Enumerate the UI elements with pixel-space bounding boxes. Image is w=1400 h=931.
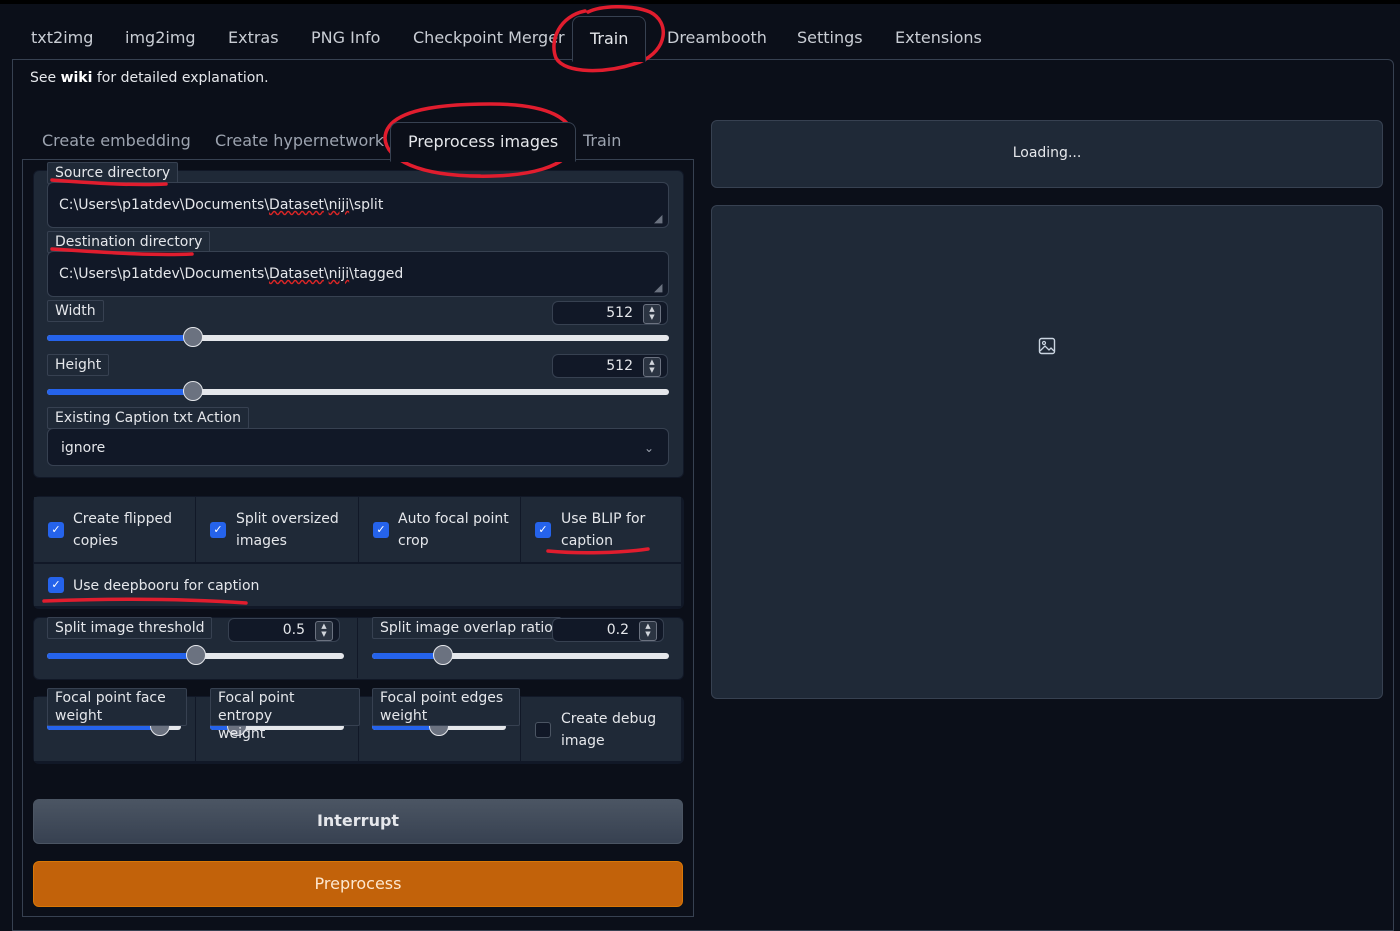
- tab-extras[interactable]: Extras: [228, 16, 279, 60]
- tab-png-info[interactable]: PNG Info: [311, 16, 380, 60]
- subtab-train[interactable]: Train: [583, 122, 621, 160]
- width-number-input[interactable]: 512 ▲ ▼: [552, 301, 668, 325]
- chevron-down-icon: ⌄: [643, 441, 654, 455]
- wiki-help-text: See wiki for detailed explanation.: [30, 70, 269, 86]
- preprocess-button[interactable]: Preprocess: [33, 861, 683, 907]
- subtab-create-embedding[interactable]: Create embedding: [42, 122, 191, 160]
- focal-face-label: Focal point face weight: [47, 688, 187, 726]
- overlap-ratio-slider[interactable]: [372, 645, 669, 665]
- split-oversized-images-option[interactable]: ✓ Split oversized images: [196, 497, 358, 562]
- tab-dreambooth[interactable]: Dreambooth: [667, 16, 767, 60]
- window-top-edge: [0, 0, 1400, 4]
- caption-action-dropdown[interactable]: ignore ⌄: [47, 428, 669, 466]
- subtab-preprocess-images[interactable]: Preprocess images: [390, 122, 577, 162]
- resize-grip-icon[interactable]: ◢: [654, 213, 666, 225]
- height-label: Height: [47, 354, 110, 376]
- width-slider[interactable]: [47, 327, 669, 347]
- caption-action-label: Existing Caption txt Action: [47, 407, 249, 429]
- divider: [357, 617, 358, 678]
- tab-txt2img[interactable]: txt2img: [31, 16, 93, 60]
- tab-settings[interactable]: Settings: [797, 16, 863, 60]
- interrupt-button[interactable]: Interrupt: [33, 799, 683, 844]
- source-directory-input[interactable]: C:\Users\p1atdev\Documents\Dataset\niji\…: [47, 182, 669, 228]
- top-tab-bar: txt2img img2img Extras PNG Info Checkpoi…: [0, 16, 1400, 62]
- image-placeholder-icon: [1038, 337, 1056, 355]
- destination-directory-input[interactable]: C:\Users\p1atdev\Documents\Dataset\niji\…: [47, 251, 669, 297]
- overlap-ratio-label: Split image overlap ratio: [372, 617, 561, 639]
- height-number-input[interactable]: 512 ▲ ▼: [552, 354, 668, 378]
- checkbox-checked-icon[interactable]: ✓: [48, 522, 64, 538]
- tab-extensions[interactable]: Extensions: [895, 16, 982, 60]
- width-label: Width: [47, 300, 104, 322]
- spinner-arrows-icon[interactable]: ▲ ▼: [639, 621, 657, 641]
- tab-img2img[interactable]: img2img: [125, 16, 196, 60]
- resize-grip-icon[interactable]: ◢: [654, 282, 666, 294]
- checkbox-checked-icon[interactable]: ✓: [535, 522, 551, 538]
- split-threshold-slider[interactable]: [47, 645, 344, 665]
- subtab-create-hypernetwork[interactable]: Create hypernetwork: [215, 122, 384, 160]
- use-deepbooru-option[interactable]: ✓ Use deepbooru for caption: [34, 564, 681, 606]
- source-directory-label: Source directory: [47, 162, 179, 184]
- destination-directory-label: Destination directory: [47, 231, 211, 253]
- tab-checkpoint-merger[interactable]: Checkpoint Merger: [413, 16, 565, 60]
- checkbox-unchecked-icon[interactable]: [535, 722, 551, 738]
- overlap-ratio-number-input[interactable]: 0.2 ▲ ▼: [552, 618, 664, 642]
- use-blip-caption-option[interactable]: ✓ Use BLIP for caption: [521, 497, 681, 562]
- focal-entropy-label: Focal point entropy weight: [210, 688, 360, 742]
- spinner-arrows-icon[interactable]: ▲ ▼: [643, 304, 661, 324]
- spinner-arrows-icon[interactable]: ▲ ▼: [315, 621, 333, 641]
- loading-status-text: Loading...: [1012, 145, 1082, 161]
- progress-status-box: Loading...: [711, 120, 1383, 188]
- create-flipped-copies-option[interactable]: ✓ Create flipped copies: [34, 497, 195, 562]
- slider-thumb[interactable]: [185, 645, 206, 665]
- checkbox-checked-icon[interactable]: ✓: [48, 577, 64, 593]
- spinner-arrows-icon[interactable]: ▲ ▼: [643, 357, 661, 377]
- focal-edges-label: Focal point edges weight: [372, 688, 520, 726]
- tab-train[interactable]: Train: [572, 16, 647, 62]
- height-slider[interactable]: [47, 381, 669, 401]
- auto-focal-point-crop-option[interactable]: ✓ Auto focal point crop: [359, 497, 520, 562]
- wiki-link[interactable]: wiki: [61, 70, 93, 86]
- output-image-box: [711, 205, 1383, 699]
- split-threshold-number-input[interactable]: 0.5 ▲ ▼: [228, 618, 340, 642]
- checkbox-checked-icon[interactable]: ✓: [373, 522, 389, 538]
- create-debug-image-option[interactable]: Create debug image: [521, 697, 681, 761]
- checkbox-checked-icon[interactable]: ✓: [210, 522, 226, 538]
- split-threshold-label: Split image threshold: [47, 617, 213, 639]
